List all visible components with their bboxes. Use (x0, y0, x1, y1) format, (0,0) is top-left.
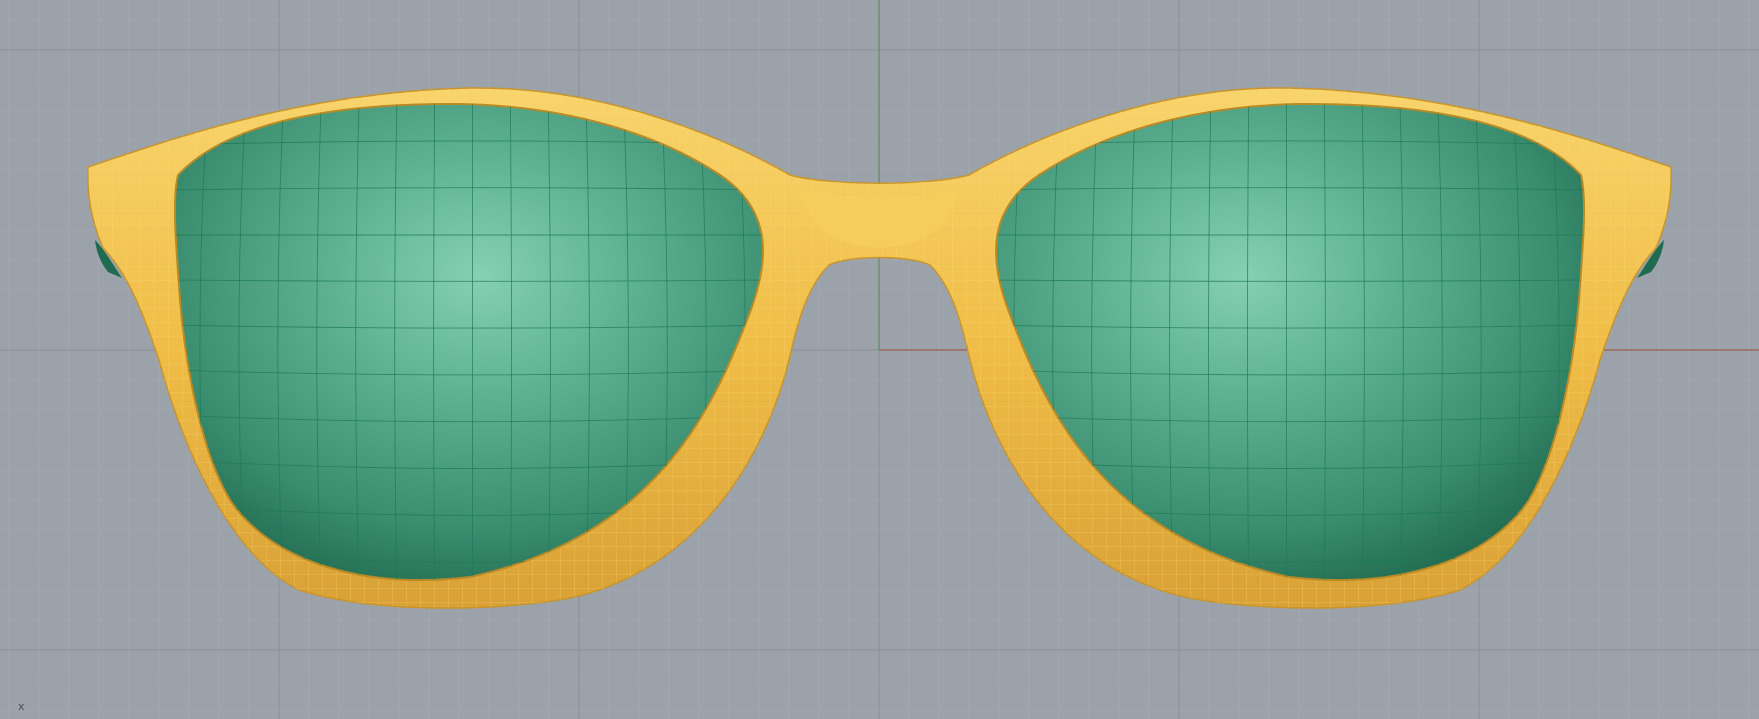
lens-mesh-line (174, 234, 763, 236)
viewport-canvas[interactable] (0, 0, 1759, 719)
lens-mesh-line (996, 234, 1585, 236)
viewport[interactable]: x (0, 0, 1759, 719)
axis-indicator-label: x (18, 700, 25, 713)
